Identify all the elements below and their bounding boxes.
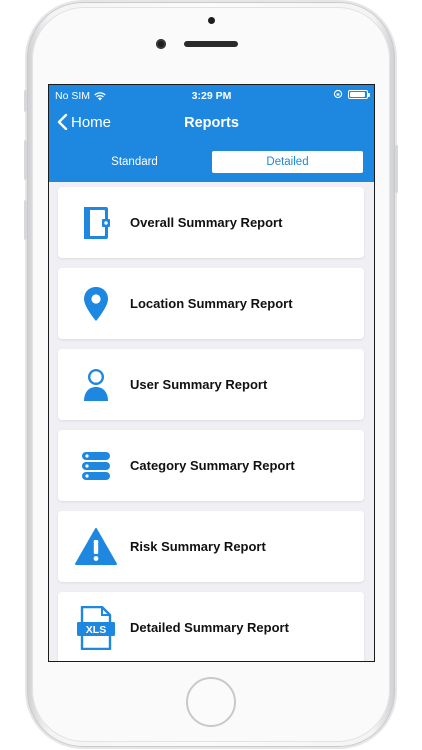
front-camera: [156, 39, 166, 49]
power-button: [395, 145, 398, 193]
report-item-category[interactable]: Category Summary Report: [58, 430, 364, 501]
orientation-lock-icon: [333, 89, 343, 99]
report-label: Overall Summary Report: [130, 215, 283, 230]
volume-down-button: [24, 200, 27, 240]
report-label: Detailed Summary Report: [130, 620, 289, 635]
proximity-sensor: [208, 17, 215, 24]
report-label: User Summary Report: [130, 377, 268, 392]
report-item-detailed[interactable]: XLS Detailed Summary Report: [58, 592, 364, 661]
segmented-control: Standard Detailed: [49, 130, 374, 182]
page-title: Reports: [184, 115, 239, 131]
binder-icon: [74, 201, 118, 245]
mute-switch: [24, 90, 27, 112]
report-item-location[interactable]: Location Summary Report: [58, 268, 364, 339]
report-item-user[interactable]: User Summary Report: [58, 349, 364, 420]
volume-up-button: [24, 140, 27, 180]
report-item-risk[interactable]: Risk Summary Report: [58, 511, 364, 582]
warning-icon: [74, 525, 118, 569]
home-button[interactable]: [186, 677, 236, 727]
app-screen: No SIM 3:29 PM Home Reports Standard Det…: [48, 84, 375, 662]
battery-icon: [348, 89, 370, 99]
report-label: Category Summary Report: [130, 458, 295, 473]
report-label: Location Summary Report: [130, 296, 293, 311]
status-bar: No SIM 3:29 PM: [49, 85, 374, 107]
location-pin-icon: [74, 282, 118, 326]
report-label: Risk Summary Report: [130, 539, 266, 554]
xls-file-icon: XLS: [74, 606, 118, 650]
xls-badge: XLS: [86, 624, 106, 636]
stacked-list-icon: [74, 444, 118, 488]
segment-detailed[interactable]: Detailed: [212, 151, 363, 173]
user-icon: [74, 363, 118, 407]
report-item-overall[interactable]: Overall Summary Report: [58, 187, 364, 258]
earpiece-speaker: [184, 41, 238, 47]
status-time: 3:29 PM: [191, 90, 232, 102]
segment-standard[interactable]: Standard: [59, 151, 210, 173]
